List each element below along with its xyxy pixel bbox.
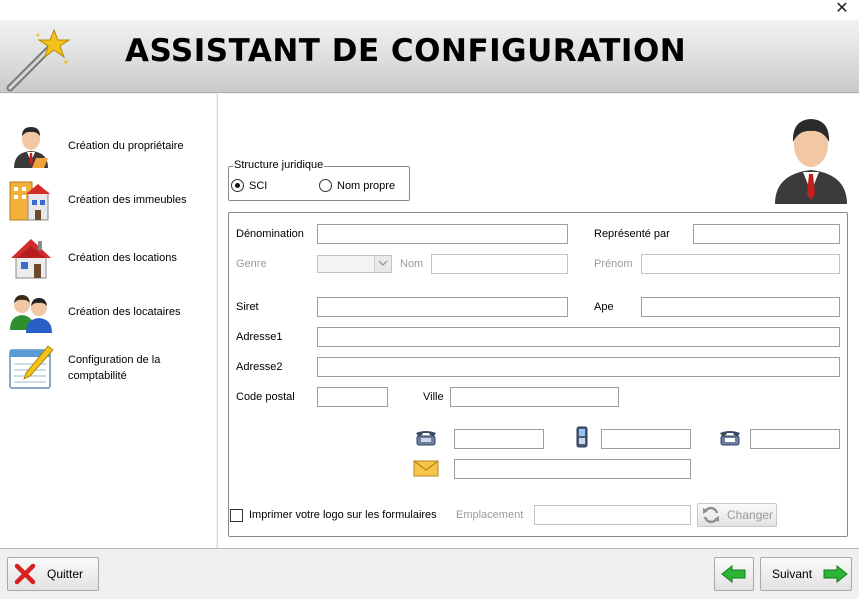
genre-label: Genre [236,258,267,270]
email-input[interactable] [454,459,691,479]
wizard-sidebar: Création du propriétaire Création des im… [0,94,216,548]
sidebar-item-locations[interactable]: Création des locations [0,232,216,284]
adresse2-input[interactable] [317,357,840,377]
prenom-label: Prénom [594,258,633,270]
mobile-input[interactable] [601,429,691,449]
ville-label: Ville [423,391,444,403]
radio-nom-propre-indicator[interactable] [319,179,332,192]
previous-button[interactable] [714,557,754,591]
denomination-input[interactable] [317,224,568,244]
telephone-icon [416,431,436,446]
next-button[interactable]: Suivant [760,557,852,591]
radio-sci[interactable]: SCI [231,179,267,192]
ape-label: Ape [594,301,614,313]
sidebar-item-label: Création du propriétaire [68,140,184,152]
tenants-people-icon [10,295,52,333]
sidebar-item-label: Création des locataires [68,306,181,318]
header-banner: ASSISTANT DE CONFIGURATION [0,20,859,93]
prenom-input[interactable] [641,254,840,274]
owner-person-icon [14,127,48,168]
sidebar-item-label: Création des immeubles [68,194,187,206]
telephone-input[interactable] [454,429,544,449]
adresse2-label: Adresse2 [236,361,283,373]
arrow-left-icon [721,565,746,583]
fax-icon [720,431,740,446]
radio-sci-label: SCI [249,179,268,192]
adresse1-input[interactable] [317,327,840,347]
siret-label: Siret [236,301,259,313]
arrow-right-icon [823,565,848,583]
radio-nom-propre[interactable]: Nom propre [319,179,395,192]
changer-button[interactable]: Changer [697,503,777,527]
code-postal-input[interactable] [317,387,388,407]
code-postal-label: Code postal [236,391,295,403]
nom-label: Nom [400,258,424,270]
denomination-label: Dénomination [236,228,304,240]
owner-avatar-icon [775,119,847,204]
wizard-footer: Quitter Suivant [0,548,859,599]
mobile-phone-icon [576,426,588,448]
siret-input[interactable] [317,297,568,317]
structure-juridique-legend: Structure juridique [233,159,325,171]
sidebar-item-immeubles[interactable]: Création des immeubles [0,174,216,226]
refresh-icon [703,506,719,524]
sidebar-item-label: Configuration de la comptabilité [68,354,161,382]
sidebar-item-comptabilite[interactable]: Configuration de la comptabilité [0,342,216,394]
sidebar-item-label: Création des locations [68,252,177,264]
print-logo-checkbox[interactable] [230,509,243,522]
quit-label: Quitter [47,567,84,581]
emplacement-label: Emplacement [456,509,524,521]
accounting-notebook-icon [9,345,54,389]
represente-par-label: Représenté par [594,228,670,240]
sidebar-item-proprietaire[interactable]: Création du propriétaire [0,120,216,172]
print-logo-label: Imprimer votre logo sur les formulaires [249,509,437,521]
sidebar-item-locataires[interactable]: Création des locataires [0,286,216,338]
buildings-icon [9,181,50,221]
chevron-down-icon[interactable] [374,256,391,272]
adresse1-label: Adresse1 [236,331,283,343]
fax-input[interactable] [750,429,840,449]
house-icon [11,239,51,279]
red-x-icon [14,563,36,585]
nom-input[interactable] [431,254,568,274]
represente-par-input[interactable] [693,224,840,244]
genre-select[interactable] [317,255,392,273]
close-window-button[interactable]: ✕ [833,0,851,20]
ape-input[interactable] [641,297,840,317]
window-titlebar: ✕ [0,0,859,20]
email-envelope-icon [413,460,439,477]
radio-nom-propre-label: Nom propre [337,179,396,192]
emplacement-input[interactable] [534,505,691,525]
radio-sci-indicator[interactable] [231,179,244,192]
quit-button[interactable]: Quitter [7,557,99,591]
ville-input[interactable] [450,387,619,407]
page-title: ASSISTANT DE CONFIGURATION [125,33,687,69]
magic-wand-icon [6,28,71,92]
changer-label: Changer [727,508,774,522]
next-label: Suivant [772,567,813,581]
